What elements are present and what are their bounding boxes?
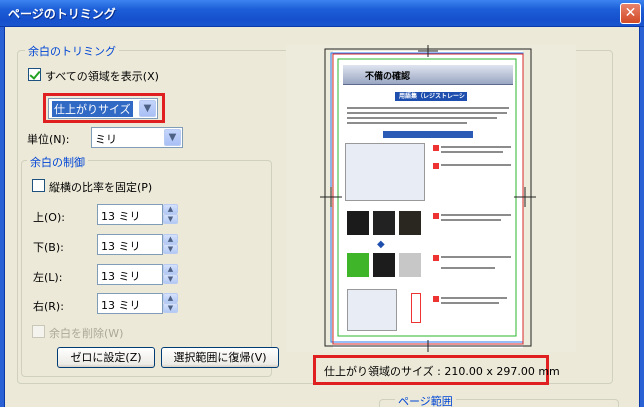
trim-box [332, 53, 524, 345]
margin-right-stepper[interactable]: ▲ ▼ [163, 293, 179, 314]
spin-up-icon[interactable]: ▲ [163, 204, 178, 214]
window-title: ページのトリミング [8, 7, 116, 21]
margin-bottom-stepper[interactable]: ▲ ▼ [163, 234, 179, 255]
margin-left-input[interactable]: 13 ミリ [97, 264, 163, 285]
margin-left-stepper[interactable]: ▲ ▼ [163, 264, 179, 285]
remove-white-margins-checkbox[interactable] [32, 325, 45, 338]
margin-controls-legend: 余白の制御 [27, 154, 88, 170]
margin-bottom-value: 13 ミリ [101, 240, 141, 253]
page-range-legend: ページ範囲 [395, 393, 456, 407]
margin-bottom-label: 下(B): [33, 241, 64, 254]
close-icon: ✕ [624, 5, 637, 21]
spin-up-icon[interactable]: ▲ [163, 234, 178, 244]
margin-left-value: 13 ミリ [101, 270, 141, 283]
units-dropdown[interactable]: ミリ ▼ [91, 127, 183, 148]
box-select-dropdown[interactable]: 仕上がりサイズ ▼ [48, 98, 158, 119]
margin-right-label: 右(R): [33, 300, 64, 313]
art-box [337, 58, 517, 337]
spin-down-icon[interactable]: ▼ [163, 274, 178, 284]
margin-top-stepper[interactable]: ▲ ▼ [163, 204, 179, 225]
box-select-value: 仕上がりサイズ [52, 101, 133, 117]
dialog-body: 余白のトリミング すべての領域を表示(X) 仕上がりサイズ ▼ 単位(N): ミ… [4, 27, 640, 407]
show-all-boxes-checkbox[interactable] [28, 68, 41, 81]
units-value: ミリ [95, 133, 117, 146]
constrain-proportions-label: 縦横の比率を固定(P) [49, 181, 153, 194]
constrain-proportions-checkbox[interactable] [32, 179, 45, 192]
spin-down-icon[interactable]: ▼ [163, 244, 178, 254]
set-to-zero-button[interactable]: ゼロに設定(Z) [57, 347, 155, 368]
trim-size-caption: 仕上がり領域のサイズ : 210.00 x 297.00 mm [324, 365, 560, 378]
crop-guides [320, 45, 536, 352]
margin-bottom-input[interactable]: 13 ミリ [97, 234, 163, 255]
margin-left-label: 左(L): [33, 271, 63, 284]
media-box [324, 48, 532, 347]
units-label: 単位(N): [27, 133, 70, 146]
show-all-boxes-label: すべての領域を表示(X) [45, 70, 159, 83]
chevron-down-icon[interactable]: ▼ [164, 129, 181, 146]
spin-up-icon[interactable]: ▲ [163, 293, 178, 303]
chevron-down-icon[interactable]: ▼ [139, 100, 156, 117]
remove-white-margins-label: 余白を削除(W) [49, 327, 124, 340]
page-preview[interactable]: 不備の確認 用語集（レジストレーション） ◆ [286, 45, 576, 352]
spin-down-icon[interactable]: ▼ [163, 303, 178, 313]
title-bar: ページのトリミング ✕ [0, 0, 644, 27]
revert-to-selection-button[interactable]: 選択範囲に復帰(V) [161, 347, 279, 368]
margin-top-label: 上(O): [33, 211, 65, 224]
margin-top-input[interactable]: 13 ミリ [97, 204, 163, 225]
spin-up-icon[interactable]: ▲ [163, 264, 178, 274]
close-button[interactable]: ✕ [620, 3, 641, 24]
spin-down-icon[interactable]: ▼ [163, 214, 178, 224]
margin-right-value: 13 ミリ [101, 299, 141, 312]
margin-right-input[interactable]: 13 ミリ [97, 293, 163, 314]
bleed-box [330, 52, 524, 343]
trim-margins-legend: 余白のトリミング [25, 43, 119, 59]
margin-top-value: 13 ミリ [101, 210, 141, 223]
